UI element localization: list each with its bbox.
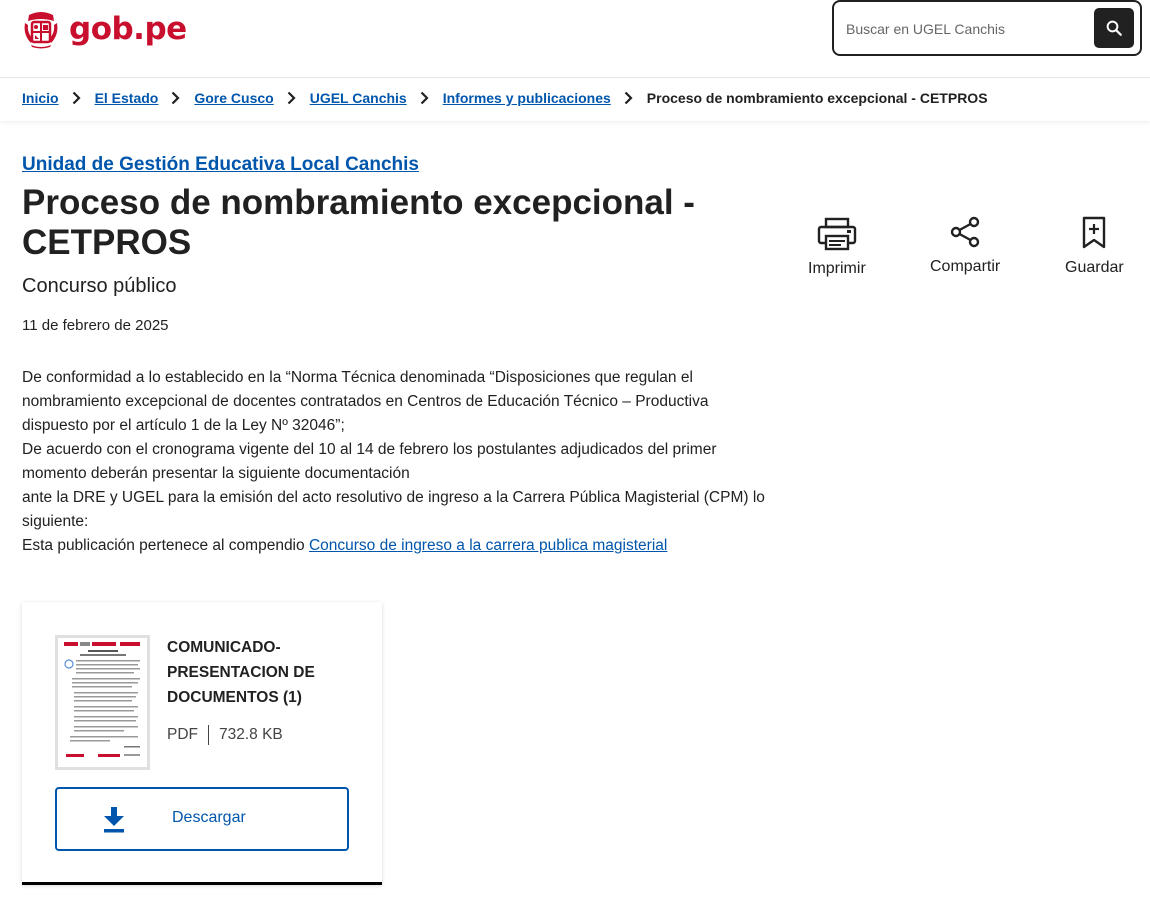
publication-date: 11 de febrero de 2025 xyxy=(22,317,169,334)
breadcrumb-link-gore-cusco[interactable]: Gore Cusco xyxy=(194,90,273,106)
share-button[interactable]: Compartir xyxy=(930,214,1000,276)
document-format: PDF xyxy=(167,726,198,743)
print-label: Imprimir xyxy=(808,260,866,277)
article-body: De conformidad a lo establecido en la “N… xyxy=(22,366,772,558)
document-title[interactable]: COMUNICADO-PRESENTACION DE DOCUMENTOS (1… xyxy=(167,635,357,710)
compendium-link[interactable]: Concurso de ingreso a la carrera publica… xyxy=(309,537,667,554)
download-icon xyxy=(104,807,124,833)
chevron-right-icon xyxy=(72,91,82,105)
site-header: gob.pe xyxy=(0,0,1150,78)
search-input[interactable] xyxy=(846,16,1086,42)
pdf-preview-icon xyxy=(64,642,140,757)
save-label: Guardar xyxy=(1065,259,1124,276)
download-button[interactable]: Descargar xyxy=(55,787,349,851)
body-paragraph: ante la DRE y UGEL para la emisión del a… xyxy=(22,489,765,530)
breadcrumb-link-inicio[interactable]: Inicio xyxy=(22,90,59,106)
compendium-prefix: Esta publicación pertenece al compendio xyxy=(22,537,309,554)
share-label: Compartir xyxy=(930,258,1001,275)
download-label: Descargar xyxy=(172,809,246,826)
document-size: 732.8 KB xyxy=(219,726,283,743)
logo-text: gob.pe xyxy=(69,11,187,47)
compendium-line: Esta publicación pertenece al compendio … xyxy=(22,534,772,558)
breadcrumb-link-el-estado[interactable]: El Estado xyxy=(95,90,159,106)
breadcrumb-link-informes[interactable]: Informes y publicaciones xyxy=(443,90,611,106)
chevron-right-icon xyxy=(171,91,181,105)
chevron-right-icon xyxy=(420,91,430,105)
body-paragraph: De conformidad a lo establecido en la “N… xyxy=(22,369,709,434)
breadcrumb-link-ugel-canchis[interactable]: UGEL Canchis xyxy=(310,90,407,106)
page-subtitle: Concurso público xyxy=(22,275,177,297)
breadcrumb: Inicio El Estado Gore Cusco UGEL Canchis… xyxy=(22,90,988,106)
document-card: COMUNICADO-PRESENTACION DE DOCUMENTOS (1… xyxy=(22,602,382,885)
document-thumbnail[interactable] xyxy=(55,635,150,770)
body-paragraph: De acuerdo con el cronograma vigente del… xyxy=(22,441,717,482)
breadcrumb-current: Proceso de nombramiento excepcional - CE… xyxy=(646,90,988,106)
breadcrumb-bar: Inicio El Estado Gore Cusco UGEL Canchis… xyxy=(0,79,1150,121)
chevron-right-icon xyxy=(624,91,634,105)
search-button[interactable] xyxy=(1094,8,1134,48)
search-box xyxy=(832,0,1142,56)
page-title: Proceso de nombramiento excepcional - CE… xyxy=(22,183,695,262)
save-button[interactable]: Guardar xyxy=(1065,215,1124,277)
print-button[interactable]: Imprimir xyxy=(808,216,866,278)
peru-coat-of-arms-icon xyxy=(24,12,58,49)
share-icon xyxy=(945,214,985,250)
gob-pe-logo[interactable]: gob.pe xyxy=(21,8,187,50)
printer-icon xyxy=(817,216,857,252)
organization-link[interactable]: Unidad de Gestión Educativa Local Canchi… xyxy=(22,154,419,176)
meta-divider xyxy=(208,725,209,745)
search-icon xyxy=(1106,20,1122,36)
chevron-right-icon xyxy=(287,91,297,105)
bookmark-add-icon xyxy=(1074,215,1114,251)
document-meta: PDF 732.8 KB xyxy=(167,725,283,745)
